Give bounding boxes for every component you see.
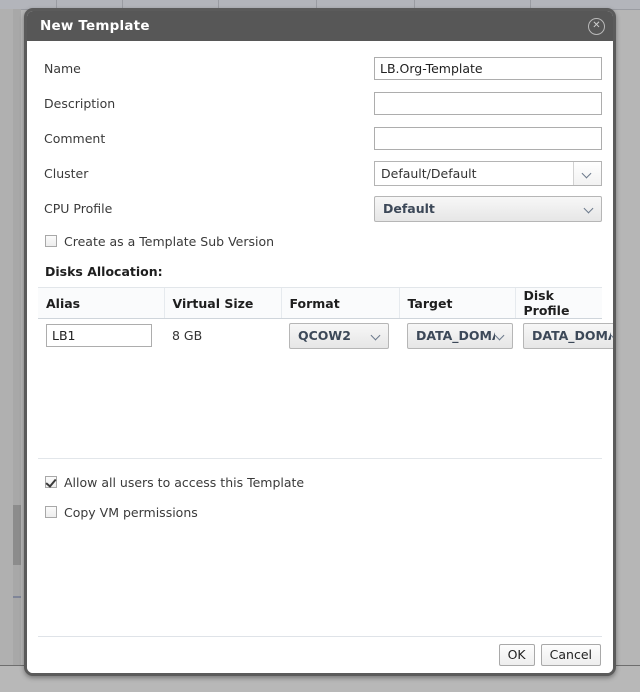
field-wrap-cluster: Default/Default	[374, 161, 602, 186]
form-row-description: Description	[38, 86, 602, 121]
cell-alias	[38, 319, 164, 353]
disk-target-value: DATA_DOMA	[416, 328, 495, 343]
copy-vm-permissions-row: Copy VM permissions	[38, 497, 602, 527]
column-header-alias: Alias	[38, 288, 164, 319]
cluster-select[interactable]: Default/Default	[374, 161, 602, 186]
background-scrollbar-thumb[interactable]	[13, 505, 21, 565]
form-row-cluster: Cluster Default/Default	[38, 156, 602, 191]
cpu-profile-select-value: Default	[383, 201, 584, 216]
disks-table-header-row: Alias Virtual Size Format Target Disk Pr…	[38, 288, 602, 319]
field-wrap-cpu-profile: Default	[374, 196, 602, 222]
field-wrap-name	[374, 57, 602, 80]
disk-alias-input[interactable]	[46, 324, 152, 347]
chevron-down-icon	[573, 162, 601, 185]
cell-target: DATA_DOMA	[399, 319, 515, 353]
new-template-dialog: New Template ✕ Name Description Comment	[24, 8, 616, 676]
cell-format: QCOW2	[281, 319, 399, 353]
disks-allocation-heading: Disks Allocation:	[38, 256, 602, 288]
disk-profile-select[interactable]: DATA_DOMA	[523, 323, 616, 349]
background-scrollbar-tick	[13, 596, 21, 598]
form-row-comment: Comment	[38, 121, 602, 156]
form-row-cpu-profile: CPU Profile Default	[38, 191, 602, 226]
allow-all-users-label: Allow all users to access this Template	[64, 475, 304, 490]
cell-virtual-size: 8 GB	[164, 319, 281, 353]
cluster-select-value: Default/Default	[375, 162, 573, 185]
disks-table: Alias Virtual Size Format Target Disk Pr…	[38, 288, 602, 353]
disk-target-select[interactable]: DATA_DOMA	[407, 323, 513, 349]
field-wrap-description	[374, 92, 602, 115]
dialog-title: New Template	[40, 18, 150, 34]
create-sub-version-label: Create as a Template Sub Version	[64, 234, 274, 249]
label-name: Name	[44, 61, 374, 76]
create-sub-version-checkbox[interactable]	[45, 235, 57, 247]
dialog-titlebar: New Template ✕	[27, 11, 613, 41]
label-comment: Comment	[44, 131, 374, 146]
disk-profile-value: DATA_DOMA	[532, 328, 611, 343]
background-scrollbar-track[interactable]	[13, 9, 21, 692]
form-row-name: Name	[38, 51, 602, 86]
chevron-down-icon	[584, 203, 595, 214]
chevron-down-icon	[371, 330, 382, 341]
disks-allocation-section: Disks Allocation: Alias Virtual Size	[38, 256, 602, 458]
cell-disk-profile: DATA_DOMA	[515, 319, 602, 353]
field-wrap-comment	[374, 127, 602, 150]
allow-all-users-checkbox[interactable]	[45, 476, 57, 488]
cpu-profile-select[interactable]: Default	[374, 196, 602, 222]
ok-button[interactable]: OK	[499, 644, 535, 666]
disk-format-select[interactable]: QCOW2	[289, 323, 389, 349]
column-header-virtual-size: Virtual Size	[164, 288, 281, 319]
comment-input[interactable]	[374, 127, 602, 150]
description-input[interactable]	[374, 92, 602, 115]
disks-table-empty-area	[38, 353, 602, 458]
close-icon[interactable]: ✕	[588, 18, 605, 35]
dialog-empty-space	[38, 531, 602, 636]
table-row: 8 GB QCOW2 DATA_DOMA	[38, 319, 602, 353]
label-cpu-profile: CPU Profile	[44, 201, 374, 216]
sub-version-row: Create as a Template Sub Version	[38, 226, 602, 256]
label-description: Description	[44, 96, 374, 111]
dialog-content-panel: Name Description Comment	[38, 51, 602, 637]
chevron-down-icon	[611, 330, 616, 341]
column-header-disk-profile: Disk Profile	[515, 288, 602, 319]
dialog-footer: OK Cancel	[27, 637, 613, 673]
chevron-down-icon	[495, 330, 506, 341]
label-cluster: Cluster	[44, 166, 374, 181]
column-header-format: Format	[281, 288, 399, 319]
cancel-button[interactable]: Cancel	[541, 644, 601, 666]
copy-vm-permissions-checkbox[interactable]	[45, 506, 57, 518]
disk-format-value: QCOW2	[298, 328, 371, 343]
name-input[interactable]	[374, 57, 602, 80]
column-header-target: Target	[399, 288, 515, 319]
dialog-body: Name Description Comment	[27, 41, 613, 637]
permissions-section: Allow all users to access this Template …	[38, 458, 602, 531]
allow-all-users-row: Allow all users to access this Template	[38, 467, 602, 497]
copy-vm-permissions-label: Copy VM permissions	[64, 505, 198, 520]
